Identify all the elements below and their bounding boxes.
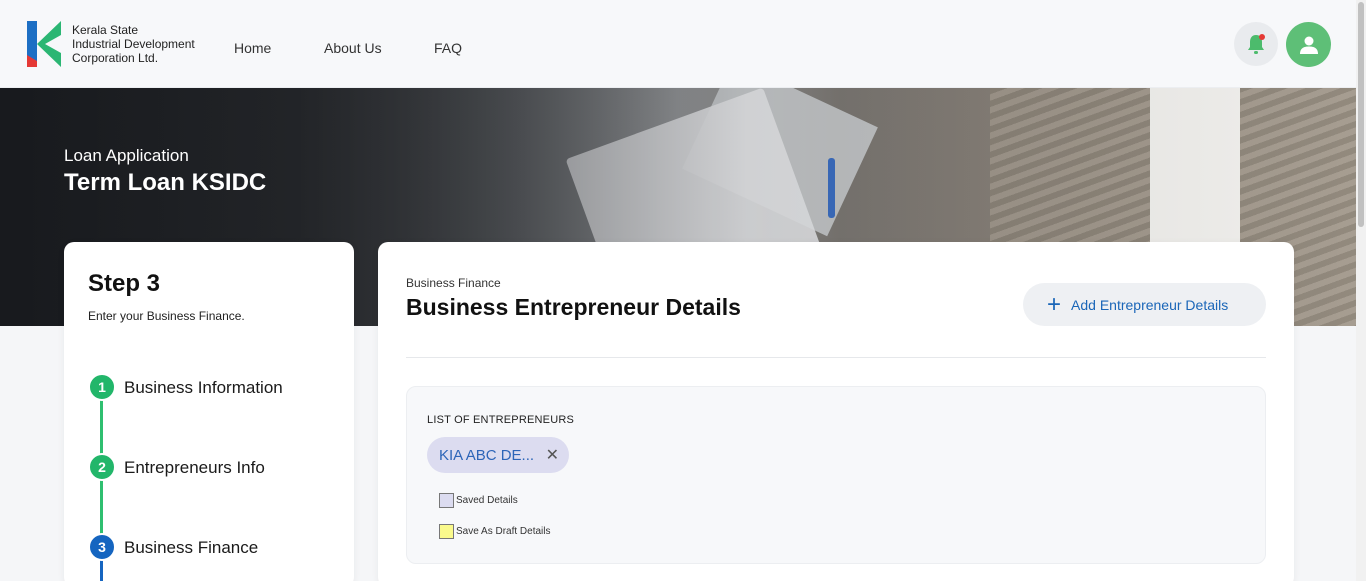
entrepreneur-chip-label: KIA ABC DE... xyxy=(439,446,535,464)
legend-saved: Saved Details xyxy=(439,493,518,508)
bell-icon xyxy=(1248,34,1265,54)
legend-draft-label: Save As Draft Details xyxy=(456,526,551,537)
logo-text-line-1: Kerala State xyxy=(72,23,139,37)
nav-home[interactable]: Home xyxy=(234,40,271,56)
section-kicker: Business Finance xyxy=(406,276,501,290)
add-entrepreneur-button[interactable]: + Add Entrepreneur Details xyxy=(1023,283,1266,326)
hero-title: Term Loan KSIDC xyxy=(64,169,267,196)
nav-about-us[interactable]: About Us xyxy=(324,40,382,56)
nav-faq[interactable]: FAQ xyxy=(434,40,462,56)
step-1-number: 1 xyxy=(88,373,116,401)
logo-text-line-2: Industrial Development xyxy=(72,37,195,51)
step-title: Step 3 xyxy=(88,270,161,297)
notification-dot-icon xyxy=(1259,34,1265,40)
steps-card: Step 3 Enter your Business Finance. 1 Bu… xyxy=(64,242,354,581)
page-scrollbar[interactable] xyxy=(1356,0,1366,581)
step-2-number: 2 xyxy=(88,453,116,481)
top-header: Kerala State Industrial Development Corp… xyxy=(0,0,1356,88)
logo-text-line-3: Corporation Ltd. xyxy=(72,51,159,65)
profile-button[interactable] xyxy=(1286,22,1331,67)
logo-text: Kerala State Industrial Development Corp… xyxy=(72,23,195,65)
add-entrepreneur-label: Add Entrepreneur Details xyxy=(1071,296,1229,313)
ksidc-logo-icon[interactable] xyxy=(27,21,61,67)
notification-button[interactable] xyxy=(1234,22,1278,66)
legend-draft-swatch xyxy=(439,524,454,539)
close-icon[interactable]: ✕ xyxy=(546,445,559,465)
step-progress-line-current xyxy=(100,560,103,581)
step-2-label[interactable]: Entrepreneurs Info xyxy=(124,458,265,478)
step-3-number: 3 xyxy=(88,533,116,561)
plus-icon: + xyxy=(1047,290,1062,318)
hero-subtitle: Loan Application xyxy=(64,146,189,165)
user-icon xyxy=(1299,36,1318,54)
main-card: Business Finance Business Entrepreneur D… xyxy=(378,242,1294,581)
step-1-label[interactable]: Business Information xyxy=(124,378,283,398)
step-3-label[interactable]: Business Finance xyxy=(124,538,258,558)
section-title: Business Entrepreneur Details xyxy=(406,294,741,320)
legend-draft: Save As Draft Details xyxy=(439,524,550,539)
legend-saved-swatch xyxy=(439,493,454,508)
entrepreneur-list-heading: LIST OF ENTREPRENEURS xyxy=(427,414,575,426)
entrepreneur-chip[interactable]: KIA ABC DE... ✕ xyxy=(427,437,569,473)
step-description: Enter your Business Finance. xyxy=(88,309,245,323)
legend-saved-label: Saved Details xyxy=(456,495,518,506)
scrollbar-thumb[interactable] xyxy=(1358,2,1364,227)
section-divider xyxy=(406,357,1266,358)
entrepreneur-list-panel: LIST OF ENTREPRENEURS KIA ABC DE... ✕ Sa… xyxy=(406,386,1266,564)
